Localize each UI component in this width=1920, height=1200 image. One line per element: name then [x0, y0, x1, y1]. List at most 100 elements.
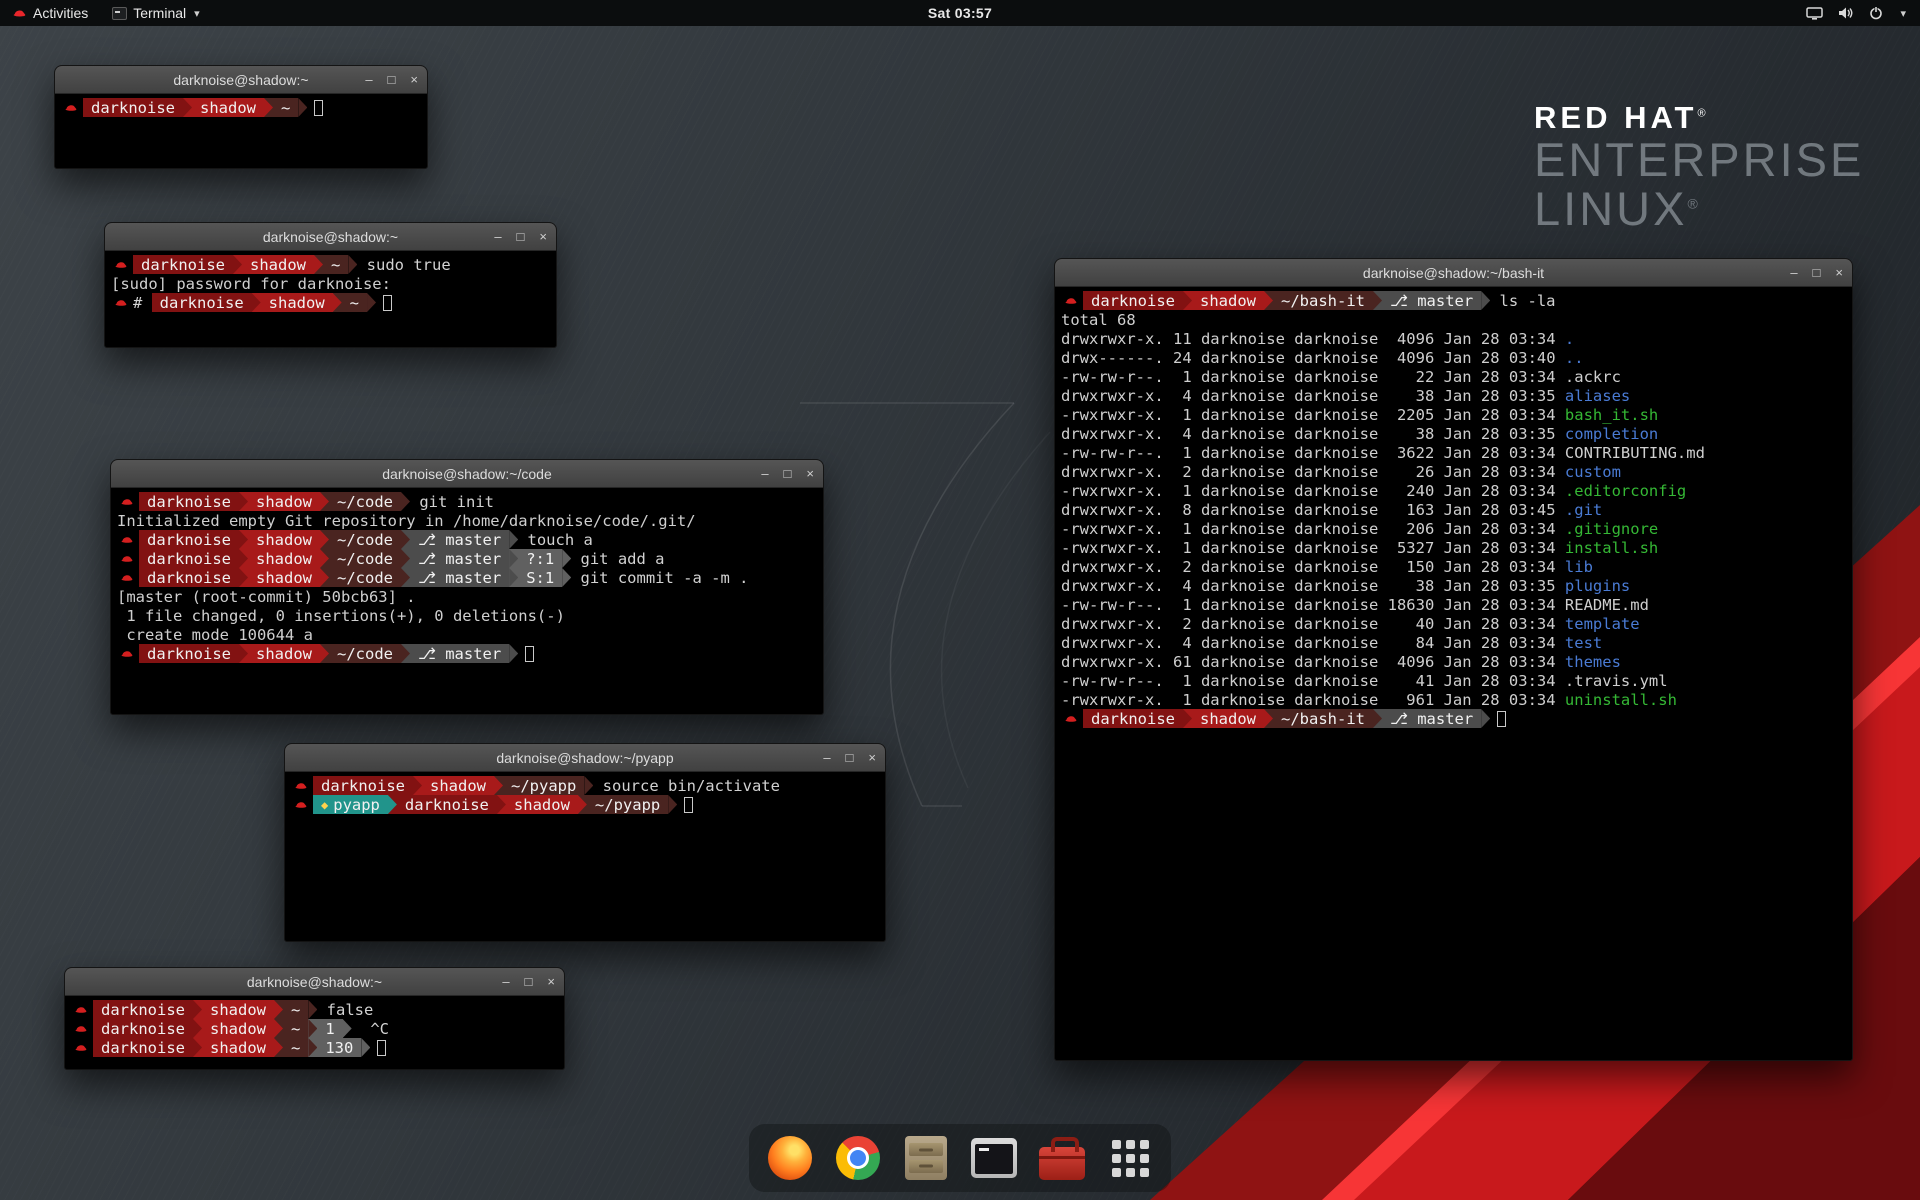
window-titlebar[interactable]: darknoise@shadow:~ – □ ×: [65, 968, 564, 996]
output-line: drwxrwxr-x. 4 darknoise darknoise 38 Jan…: [1061, 424, 1846, 443]
powerline-arrow: [274, 1038, 283, 1057]
prompt-segment: ~/code: [329, 530, 401, 549]
file-name: .: [1565, 329, 1574, 348]
maximize-button[interactable]: □: [525, 975, 533, 988]
maximize-button[interactable]: □: [846, 751, 854, 764]
maximize-button[interactable]: □: [517, 230, 525, 243]
output-line: -rwxrwxr-x. 1 darknoise darknoise 206 Ja…: [1061, 519, 1846, 538]
powerline-arrow: [497, 795, 506, 814]
window-titlebar[interactable]: darknoise@shadow:~ – □ ×: [105, 223, 556, 251]
prompt-segment: shadow: [248, 549, 320, 568]
terminal-content[interactable]: darknoiseshadow~ sudo true[sudo] passwor…: [105, 251, 556, 316]
prompt-segment: ⎇ master: [410, 568, 509, 587]
file-name: .gitignore: [1565, 519, 1658, 538]
file-name: template: [1565, 614, 1640, 633]
prompt-segment: ~/code: [329, 644, 401, 663]
minimize-button[interactable]: –: [365, 73, 372, 86]
powerline-arrow: [584, 776, 593, 795]
powerline-arrow: [361, 1038, 370, 1057]
prompt-segment: shadow: [506, 795, 578, 814]
window-titlebar[interactable]: darknoise@shadow:~/pyapp – □ ×: [285, 744, 885, 772]
prompt-segment: shadow: [422, 776, 494, 795]
output-line: -rwxrwxr-x. 1 darknoise darknoise 2205 J…: [1061, 405, 1846, 424]
minimize-button[interactable]: –: [823, 751, 830, 764]
minimize-button[interactable]: –: [494, 230, 501, 243]
prompt-line: # darknoiseshadow~: [111, 293, 550, 312]
powerline-arrow: [239, 492, 248, 511]
minimize-button[interactable]: –: [761, 467, 768, 480]
window-title: darknoise@shadow:~: [173, 72, 308, 88]
powerline-arrow: [509, 568, 518, 587]
close-button[interactable]: ×: [806, 467, 814, 480]
redhat-prompt-icon: [74, 1038, 88, 1057]
powerline-arrow: [193, 1000, 202, 1019]
window-titlebar[interactable]: darknoise@shadow:~ – □ ×: [55, 66, 427, 94]
powerline-arrow: [333, 293, 342, 312]
prompt-segment: ⎇ master: [410, 530, 509, 549]
prompt-segment: ⎇ master: [1382, 291, 1481, 310]
close-button[interactable]: ×: [547, 975, 555, 988]
prompt-line: darknoiseshadow~/pyapp source bin/activa…: [291, 776, 879, 795]
prompt-segment: shadow: [248, 492, 320, 511]
minimize-button[interactable]: –: [1790, 266, 1797, 279]
window-titlebar[interactable]: darknoise@shadow:~/code – □ ×: [111, 460, 823, 488]
volume-icon[interactable]: [1838, 6, 1854, 20]
prompt-line: ◆pyappdarknoiseshadow~/pyapp: [291, 795, 879, 814]
maximize-button[interactable]: □: [388, 73, 396, 86]
dock-software-icon[interactable]: [1037, 1133, 1087, 1183]
powerline-arrow: [401, 530, 410, 549]
dock-app-grid-icon[interactable]: [1105, 1133, 1155, 1183]
close-button[interactable]: ×: [410, 73, 418, 86]
terminal-content[interactable]: darknoiseshadow~/bash-it⎇ master ls -lat…: [1055, 287, 1852, 732]
dock-terminal-icon[interactable]: [969, 1133, 1019, 1183]
output-line: drwxrwxr-x. 2 darknoise darknoise 40 Jan…: [1061, 614, 1846, 633]
output-line: -rw-rw-r--. 1 darknoise darknoise 3622 J…: [1061, 443, 1846, 462]
output-text: drwxrwxr-x. 4 darknoise darknoise 38 Jan…: [1061, 424, 1565, 443]
terminal-content[interactable]: darknoiseshadow~ falsedarknoiseshadow~1 …: [65, 996, 564, 1061]
powerline-arrow: [320, 492, 329, 511]
output-text: drwxrwxr-x. 4 darknoise darknoise 38 Jan…: [1061, 386, 1565, 405]
output-text: drwxrwxr-x. 4 darknoise darknoise 38 Jan…: [1061, 576, 1565, 595]
prompt-segment: ~/pyapp: [503, 776, 584, 795]
prompt-segment: darknoise: [93, 1019, 193, 1038]
terminal-content[interactable]: darknoiseshadow~/code git initInitialize…: [111, 488, 823, 667]
powerline-arrow: [320, 644, 329, 663]
maximize-button[interactable]: □: [1813, 266, 1821, 279]
brand-enterprise: ENTERPRISE: [1534, 136, 1864, 185]
output-line: drwxrwxr-x. 11 darknoise darknoise 4096 …: [1061, 329, 1846, 348]
prompt-segment: darknoise: [139, 549, 239, 568]
power-icon[interactable]: [1869, 6, 1883, 20]
dock-files-icon[interactable]: [901, 1133, 951, 1183]
close-button[interactable]: ×: [868, 751, 876, 764]
output-line: drwxrwxr-x. 4 darknoise darknoise 84 Jan…: [1061, 633, 1846, 652]
terminal-content[interactable]: darknoiseshadow~: [55, 94, 427, 121]
powerline-arrow: [308, 1019, 317, 1038]
app-menu-label: Terminal: [133, 5, 186, 21]
prompt-line: darknoiseshadow~ sudo true: [111, 255, 550, 274]
display-icon[interactable]: [1806, 7, 1823, 20]
powerline-arrow: [233, 255, 242, 274]
file-name: completion: [1565, 424, 1658, 443]
terminal-cursor: [383, 295, 392, 311]
dock-chrome-icon[interactable]: [833, 1133, 883, 1183]
activities-label: Activities: [33, 5, 88, 21]
terminal-content[interactable]: darknoiseshadow~/pyapp source bin/activa…: [285, 772, 885, 818]
app-menu-button[interactable]: Terminal ▾: [100, 0, 211, 26]
redhat-prompt-icon: [120, 530, 134, 549]
dock-firefox-icon[interactable]: [765, 1133, 815, 1183]
activities-button[interactable]: Activities: [0, 0, 100, 26]
prompt-line: darknoiseshadow~130: [71, 1038, 558, 1057]
window-titlebar[interactable]: darknoise@shadow:~/bash-it – □ ×: [1055, 259, 1852, 287]
output-text: drwxrwxr-x. 2 darknoise darknoise 26 Jan…: [1061, 462, 1565, 481]
chevron-down-icon[interactable]: ▾: [1900, 7, 1906, 20]
close-button[interactable]: ×: [1835, 266, 1843, 279]
prompt-segment: ?:1: [518, 549, 562, 568]
maximize-button[interactable]: □: [784, 467, 792, 480]
redhat-prompt-icon: [120, 492, 134, 511]
minimize-button[interactable]: –: [502, 975, 509, 988]
close-button[interactable]: ×: [539, 230, 547, 243]
clock[interactable]: Sat 03:57: [928, 5, 992, 21]
prompt-segment: darknoise: [133, 255, 233, 274]
powerline-arrow: [668, 795, 677, 814]
prompt-line: darknoiseshadow~/bash-it⎇ master: [1061, 709, 1846, 728]
